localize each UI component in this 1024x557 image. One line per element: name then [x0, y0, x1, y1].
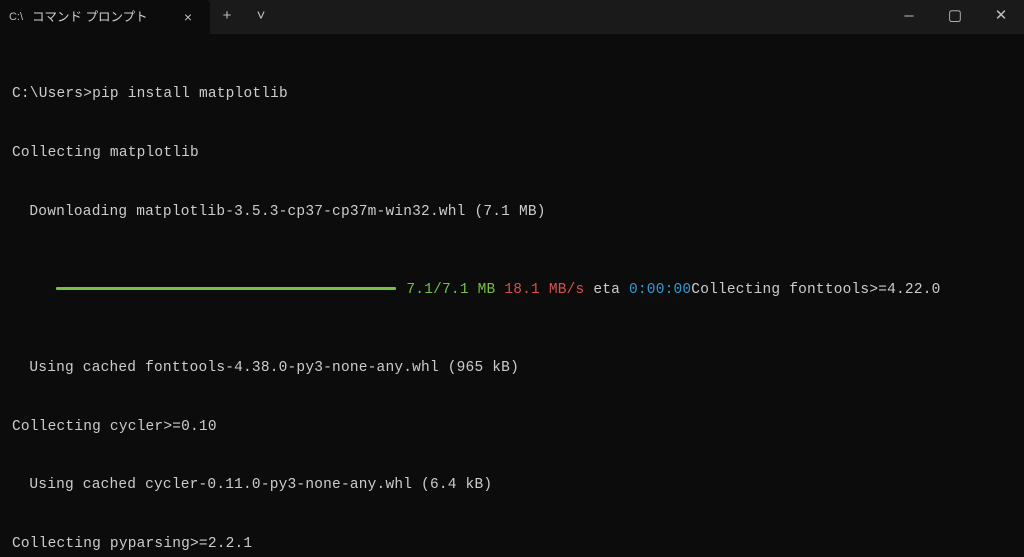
- terminal-output[interactable]: C:\Users>pip install matplotlib Collecti…: [0, 34, 1024, 557]
- cmd-icon: C:\: [8, 9, 24, 25]
- tab-title: コマンド プロンプト: [32, 9, 148, 26]
- titlebar: C:\ コマンド プロンプト × + ˅ — ▢ ✕: [0, 0, 1024, 34]
- progress-size: 7.1/7.1 MB: [406, 281, 495, 301]
- progress-bar: [56, 287, 396, 290]
- active-tab[interactable]: C:\ コマンド プロンプト ×: [0, 0, 210, 34]
- tab-dropdown-button[interactable]: ˅: [244, 0, 278, 34]
- output-line: Collecting fonttools>=4.22.0: [691, 281, 940, 301]
- output-line: Using cached fonttools-4.38.0-py3-none-a…: [12, 359, 1014, 379]
- output-line: Collecting matplotlib: [12, 144, 1014, 164]
- progress-eta-label: eta: [593, 281, 620, 301]
- command-text: pip install matplotlib: [92, 86, 288, 102]
- output-line: Collecting cycler>=0.10: [12, 418, 1014, 438]
- output-line: Downloading matplotlib-3.5.3-cp37-cp37m-…: [12, 203, 1014, 223]
- progress-line: 7.1/7.1 MB 18.1 MB/s eta 0:00:00 Collect…: [12, 281, 1014, 301]
- output-line: Collecting pyparsing>=2.2.1: [12, 535, 1014, 555]
- progress-eta: 0:00:00: [629, 281, 691, 301]
- prompt: C:\Users>: [12, 86, 92, 102]
- new-tab-button[interactable]: +: [210, 0, 244, 34]
- window-controls: — ▢ ✕: [886, 0, 1024, 34]
- maximize-button[interactable]: ▢: [932, 0, 978, 34]
- prompt-line: C:\Users>pip install matplotlib: [12, 85, 1014, 105]
- minimize-button[interactable]: —: [886, 0, 932, 34]
- output-line: Using cached cycler-0.11.0-py3-none-any.…: [12, 476, 1014, 496]
- window-close-button[interactable]: ✕: [978, 0, 1024, 34]
- tab-close-button[interactable]: ×: [180, 9, 196, 25]
- progress-speed: 18.1 MB/s: [504, 281, 584, 301]
